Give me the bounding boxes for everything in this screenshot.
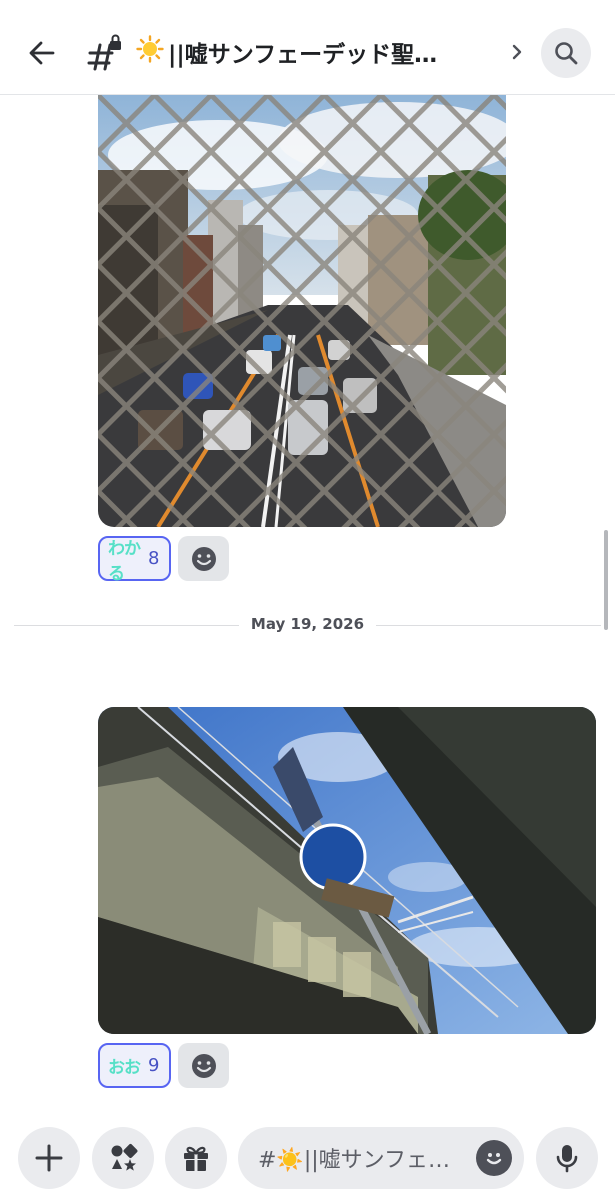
message-input[interactable]: #☀️||嘘サンフェ… (238, 1127, 524, 1189)
search-button[interactable] (541, 28, 591, 78)
reaction-count: 9 (148, 1055, 160, 1076)
channel-name: ||嘘サンフェーデッド聖… (168, 42, 438, 68)
message-composer: #☀️||嘘サンフェ… (0, 1110, 615, 1200)
channel-title[interactable]: ||嘘サンフェーデッド聖… (136, 34, 496, 70)
attach-button[interactable] (18, 1127, 80, 1189)
emoji-picker-button[interactable] (476, 1140, 512, 1176)
channel-details-button[interactable] (505, 38, 529, 66)
reaction-chip[interactable]: わかる 8 (98, 536, 171, 584)
date-label: May 19, 2026 (238, 615, 377, 633)
reaction-count: 8 (148, 548, 160, 569)
locked-hash-icon (86, 33, 124, 73)
apps-button[interactable] (92, 1127, 154, 1189)
date-divider: May 19, 2026 (14, 612, 601, 640)
channel-header: ||嘘サンフェーデッド聖… (0, 0, 615, 95)
reaction-emoji: わかる (108, 538, 141, 584)
back-button[interactable] (22, 33, 62, 73)
microphone-icon (556, 1145, 578, 1173)
message-input-placeholder: #☀️||嘘サンフェ… (258, 1148, 450, 1173)
smiley-icon (191, 546, 216, 571)
add-reaction-button[interactable] (178, 536, 229, 581)
apps-icon (111, 1144, 138, 1171)
voice-message-button[interactable] (536, 1127, 598, 1189)
message-image[interactable] (98, 95, 506, 527)
smiley-icon (191, 1053, 216, 1078)
reaction-chip[interactable]: おお 9 (98, 1043, 171, 1088)
plus-icon (35, 1144, 63, 1172)
search-icon (555, 42, 578, 65)
chevron-right-icon (512, 44, 522, 60)
scrollbar[interactable] (604, 530, 608, 630)
smiley-icon (486, 1153, 502, 1165)
gift-button[interactable] (165, 1127, 227, 1189)
sun-emoji (136, 35, 164, 69)
gift-icon (184, 1146, 208, 1171)
reaction-emoji: おお (108, 1058, 141, 1078)
add-reaction-button[interactable] (178, 1043, 229, 1088)
message-image[interactable] (98, 707, 596, 1034)
arrow-left-icon (29, 41, 55, 65)
